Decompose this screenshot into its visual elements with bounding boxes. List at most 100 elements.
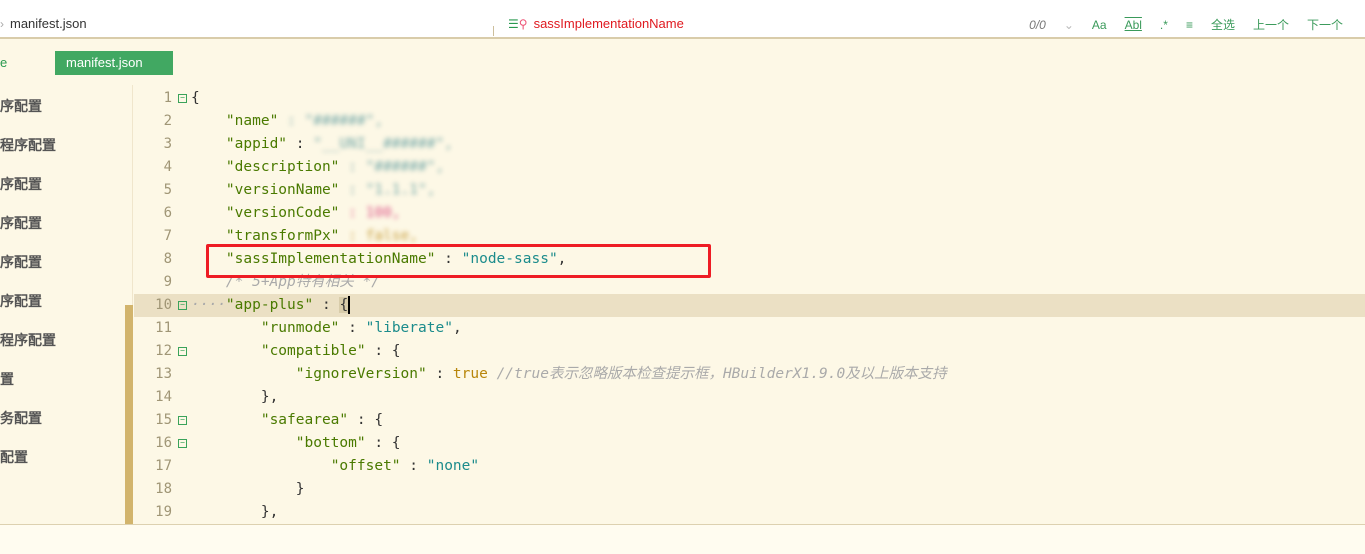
- token-s: "liberate": [365, 320, 453, 336]
- search-list-icon: ☰⚲: [508, 16, 528, 31]
- line-number: 17: [155, 458, 172, 474]
- match-case-icon[interactable]: Aa: [1092, 18, 1107, 32]
- token-k: "runmode": [260, 320, 340, 336]
- token-s: "none": [426, 458, 480, 474]
- token-p: : {: [365, 435, 401, 451]
- tab-manifest-json[interactable]: manifest.json: [55, 51, 173, 75]
- line-number: 5: [163, 182, 172, 198]
- whole-word-icon[interactable]: Abl: [1125, 18, 1142, 32]
- token-k: "name": [225, 113, 279, 129]
- chevron-right-icon: ›: [0, 16, 4, 31]
- code-editor[interactable]: 1−{2 "name" : "######", 3 "appid" : "__UN…: [134, 85, 1365, 525]
- sidebar-scrollbar[interactable]: [125, 305, 133, 525]
- sidebar-item[interactable]: 序配置: [0, 291, 42, 311]
- code-text: },: [191, 386, 278, 409]
- code-line[interactable]: 12− "compatible" : {: [134, 340, 1365, 363]
- token-k: "appid": [225, 136, 288, 152]
- code-line[interactable]: 18 }: [134, 478, 1365, 501]
- code-text: ····"app-plus" : {: [191, 294, 351, 317]
- sidebar-item[interactable]: 序配置: [0, 96, 42, 116]
- code-line[interactable]: 2 "name" : "######",: [134, 110, 1365, 133]
- token-p: [191, 228, 226, 244]
- sidebar-item[interactable]: 序配置: [0, 252, 42, 272]
- code-text: "ignoreVersion" : true //true表示忽略版本检查提示框…: [191, 363, 947, 386]
- code-line[interactable]: 1−{: [134, 87, 1365, 110]
- token-p: [191, 458, 331, 474]
- fold-icon[interactable]: −: [178, 94, 187, 103]
- code-line[interactable]: 16− "bottom" : {: [134, 432, 1365, 455]
- token-k: "bottom": [295, 435, 366, 451]
- fold-icon[interactable]: −: [178, 439, 187, 448]
- code-line[interactable]: 19 },: [134, 501, 1365, 524]
- divider: [493, 26, 494, 36]
- tab-partial[interactable]: e: [0, 55, 7, 70]
- sidebar: 序配置 程序配置 序配置 序配置 序配置 序配置 程序配置置务配置 配置: [0, 85, 133, 525]
- line-number: 3: [163, 136, 172, 152]
- token-k: "transformPx": [225, 228, 340, 244]
- breadcrumb[interactable]: › manifest.json: [0, 16, 87, 31]
- sidebar-item[interactable]: 程序配置: [0, 330, 56, 350]
- chevron-down-icon[interactable]: ⌄: [1064, 18, 1074, 32]
- sidebar-item[interactable]: 置: [0, 369, 14, 389]
- line-number: 12: [155, 343, 172, 359]
- find-bar: › manifest.json ☰⚲ sassImplementationName …: [0, 10, 1365, 39]
- regex-icon[interactable]: .*: [1160, 18, 1168, 32]
- line-number: 7: [163, 228, 172, 244]
- sidebar-item[interactable]: 务配置: [0, 408, 42, 428]
- token-k: "compatible": [260, 343, 366, 359]
- token-p: [191, 412, 261, 428]
- prev-match-button[interactable]: 上一个: [1253, 16, 1289, 33]
- sidebar-item[interactable]: 序配置: [0, 174, 42, 194]
- fold-icon[interactable]: −: [178, 347, 187, 356]
- code-line[interactable]: 6 "versionCode" : 100,: [134, 202, 1365, 225]
- token-p: [488, 366, 497, 382]
- in-selection-icon[interactable]: ≡: [1186, 18, 1193, 32]
- tab-bar: e manifest.json: [0, 41, 1365, 85]
- line-number: 19: [155, 504, 172, 520]
- search-value[interactable]: sassImplementationName: [534, 16, 684, 31]
- code-text: "safearea" : {: [191, 409, 383, 432]
- token-p: },: [191, 504, 279, 520]
- search-input[interactable]: ☰⚲ sassImplementationName: [508, 16, 684, 31]
- select-all-button[interactable]: 全选: [1211, 16, 1235, 33]
- sidebar-item[interactable]: 程序配置: [0, 135, 56, 155]
- code-line[interactable]: 11 "runmode" : "liberate",: [134, 317, 1365, 340]
- code-line[interactable]: 17 "offset" : "none": [134, 455, 1365, 478]
- token-k: "description": [225, 159, 340, 175]
- token-k: "versionCode": [225, 205, 340, 221]
- sidebar-item[interactable]: 序配置: [0, 213, 42, 233]
- line-number: 6: [163, 205, 172, 221]
- token-c: ····: [191, 297, 226, 313]
- code-line[interactable]: 15− "safearea" : {: [134, 409, 1365, 432]
- fold-icon[interactable]: −: [178, 301, 187, 310]
- text-cursor: [348, 296, 351, 314]
- code-text: "description" : "######",: [191, 156, 444, 179]
- token-p: [191, 320, 261, 336]
- token-p: [191, 182, 226, 198]
- token-k: "ignoreVersion": [295, 366, 427, 382]
- redacted-value: : 100,: [339, 205, 401, 221]
- code-line[interactable]: 4 "description" : "######",: [134, 156, 1365, 179]
- line-number: 14: [155, 389, 172, 405]
- token-k: "app-plus": [225, 297, 314, 313]
- fold-icon[interactable]: −: [178, 416, 187, 425]
- code-line[interactable]: 3 "appid" : "__UNI__######",: [134, 133, 1365, 156]
- token-p: {: [191, 90, 200, 106]
- code-line[interactable]: 5 "versionName" : "1.1.1",: [134, 179, 1365, 202]
- token-p: :: [339, 320, 366, 336]
- token-p: :: [426, 366, 453, 382]
- code-text: "offset" : "none": [191, 455, 479, 478]
- line-number: 2: [163, 113, 172, 129]
- code-text: }: [191, 478, 305, 501]
- code-line[interactable]: 13 "ignoreVersion" : true //true表示忽略版本检查…: [134, 363, 1365, 386]
- token-p: [191, 113, 226, 129]
- code-line[interactable]: 10− ····"app-plus" : {: [134, 294, 1365, 317]
- next-match-button[interactable]: 下一个: [1307, 16, 1343, 33]
- breadcrumb-file[interactable]: manifest.json: [10, 16, 87, 31]
- token-p: ,: [452, 320, 462, 336]
- code-line[interactable]: 14 },: [134, 386, 1365, 409]
- bottom-panel: [0, 524, 1365, 554]
- sidebar-item[interactable]: 配置: [0, 447, 28, 467]
- code-text: },: [191, 501, 278, 524]
- code-text: "versionCode" : 100,: [191, 202, 401, 225]
